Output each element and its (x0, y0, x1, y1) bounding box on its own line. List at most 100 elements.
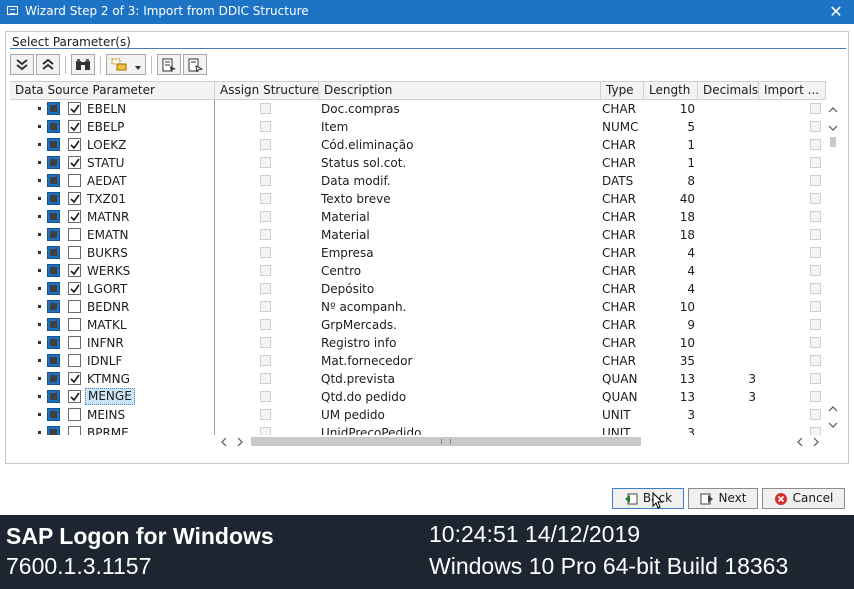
tree-node-bullet (38, 341, 41, 344)
checkmark-icon (70, 266, 80, 276)
length-cell: 8 (687, 174, 695, 188)
vertical-scroll-thumb[interactable] (830, 137, 836, 147)
table-row[interactable]: MATKL GrpMercads. CHAR 9 (10, 316, 826, 334)
parameter-checkbox[interactable] (68, 174, 81, 187)
find-button[interactable] (71, 54, 95, 75)
parameter-checkbox[interactable] (68, 372, 81, 385)
parameter-name[interactable]: BPRME (85, 425, 131, 435)
parameter-name[interactable]: BUKRS (85, 245, 130, 261)
parameter-name[interactable]: WERKS (85, 263, 132, 279)
table-row[interactable]: WERKS Centro CHAR 4 (10, 262, 826, 280)
scroll-left-icon[interactable] (793, 435, 807, 449)
parameter-name[interactable]: TXZ01 (85, 191, 128, 207)
parameter-checkbox[interactable] (68, 192, 81, 205)
expand-all-button[interactable] (10, 54, 34, 75)
parameter-checkbox[interactable] (68, 282, 81, 295)
parameter-name[interactable]: LGORT (85, 281, 129, 297)
cancel-button[interactable]: Cancel (762, 488, 845, 509)
assign-structure-checkbox (260, 319, 271, 330)
parameter-name[interactable]: EBELP (85, 119, 126, 135)
table-row[interactable]: EBELP Item NUMC 5 (10, 118, 826, 136)
scroll-up-icon[interactable] (826, 103, 840, 117)
col-header-decimals[interactable]: Decimals (698, 82, 759, 100)
scroll-down-icon[interactable] (826, 121, 840, 135)
horizontal-scroll-thumb[interactable] (251, 437, 641, 446)
parameter-name[interactable]: MATNR (85, 209, 131, 225)
parameter-checkbox[interactable] (68, 408, 81, 421)
col-header-assign-structure[interactable]: Assign Structure (215, 82, 319, 100)
table-row[interactable]: MEINS UM pedido UNIT 3 (10, 406, 826, 424)
table-row[interactable]: BEDNR Nº acompanh. CHAR 10 (10, 298, 826, 316)
close-window-button[interactable]: ✕ (826, 2, 846, 22)
parameter-name[interactable]: EBELN (85, 101, 128, 117)
type-cell: CHAR (602, 210, 636, 224)
collapse-all-button[interactable] (36, 54, 60, 75)
parameter-name[interactable]: STATU (85, 155, 126, 171)
parameter-checkbox[interactable] (68, 156, 81, 169)
table-row[interactable]: BUKRS Empresa CHAR 4 (10, 244, 826, 262)
decimals-cell: 3 (748, 390, 756, 404)
parameter-checkbox[interactable] (68, 318, 81, 331)
select-all-button[interactable] (157, 54, 181, 75)
sap-window-icon (7, 6, 18, 15)
table-row[interactable]: AEDAT Data modif. DATS 8 (10, 172, 826, 190)
vertical-scrollbar[interactable] (826, 99, 840, 435)
field-node-icon (47, 390, 60, 403)
scroll-left-icon[interactable] (217, 435, 231, 449)
table-row[interactable]: EMATN Material CHAR 18 (10, 226, 826, 244)
os-info: Windows 10 Pro 64-bit Build 18363 (429, 553, 789, 579)
col-header-import[interactable]: Import ... (759, 82, 826, 100)
parameter-name[interactable]: AEDAT (85, 173, 128, 189)
scroll-right-icon[interactable] (809, 435, 823, 449)
parameter-checkbox[interactable] (68, 390, 81, 403)
tree-node-bullet (38, 161, 41, 164)
length-cell: 4 (687, 246, 695, 260)
parameter-checkbox[interactable] (68, 426, 81, 435)
table-row[interactable]: KTMNG Qtd.prevista QUAN 13 3 (10, 370, 826, 388)
parameter-checkbox[interactable] (68, 120, 81, 133)
table-row[interactable]: MENGE Qtd.do pedido QUAN 13 3 (10, 388, 826, 406)
parameter-name[interactable]: LOEKZ (85, 137, 128, 153)
parameter-checkbox[interactable] (68, 210, 81, 223)
table-row[interactable]: MATNR Material CHAR 18 (10, 208, 826, 226)
parameter-name[interactable]: MATKL (85, 317, 129, 333)
scroll-down-icon[interactable] (826, 418, 840, 432)
parameter-name[interactable]: MENGE (85, 388, 135, 405)
parameter-name[interactable]: BEDNR (85, 299, 131, 315)
parameter-checkbox[interactable] (68, 138, 81, 151)
col-header-length[interactable]: Length (644, 82, 698, 100)
parameter-name[interactable]: INFNR (85, 335, 126, 351)
scroll-up-icon[interactable] (826, 402, 840, 416)
col-header-description[interactable]: Description (319, 82, 601, 100)
parameter-checkbox[interactable] (68, 102, 81, 115)
description-cell: Material (321, 228, 370, 242)
parameter-checkbox[interactable] (68, 228, 81, 241)
toolbar-separator (151, 56, 152, 74)
layout-dropdown-button[interactable] (106, 54, 146, 75)
table-row[interactable]: TXZ01 Texto breve CHAR 40 (10, 190, 826, 208)
table-row[interactable]: LGORT Depósito CHAR 4 (10, 280, 826, 298)
parameter-name[interactable]: KTMNG (85, 371, 132, 387)
parameter-name[interactable]: MEINS (85, 407, 127, 423)
table-row[interactable]: EBELN Doc.compras CHAR 10 (10, 100, 826, 118)
parameter-checkbox[interactable] (68, 264, 81, 277)
parameter-checkbox[interactable] (68, 336, 81, 349)
col-header-type[interactable]: Type (601, 82, 644, 100)
table-row[interactable]: LOEKZ Cód.eliminação CHAR 1 (10, 136, 826, 154)
parameter-checkbox[interactable] (68, 354, 81, 367)
table-row[interactable]: INFNR Registro info CHAR 10 (10, 334, 826, 352)
field-node-icon (47, 354, 60, 367)
field-node-icon (47, 246, 60, 259)
col-header-data-source-parameter[interactable]: Data Source Parameter (10, 82, 215, 100)
next-button[interactable]: Next (688, 488, 758, 509)
parameter-checkbox[interactable] (68, 300, 81, 313)
parameter-name[interactable]: IDNLF (85, 353, 124, 369)
table-row[interactable]: STATU Status sol.cot. CHAR 1 (10, 154, 826, 172)
back-button[interactable]: Back (612, 488, 684, 509)
deselect-all-button[interactable] (183, 54, 207, 75)
parameter-name[interactable]: EMATN (85, 227, 131, 243)
scroll-right-icon[interactable] (233, 435, 247, 449)
parameter-checkbox[interactable] (68, 246, 81, 259)
table-row[interactable]: IDNLF Mat.fornecedor CHAR 35 (10, 352, 826, 370)
horizontal-scrollbar[interactable] (215, 434, 826, 450)
